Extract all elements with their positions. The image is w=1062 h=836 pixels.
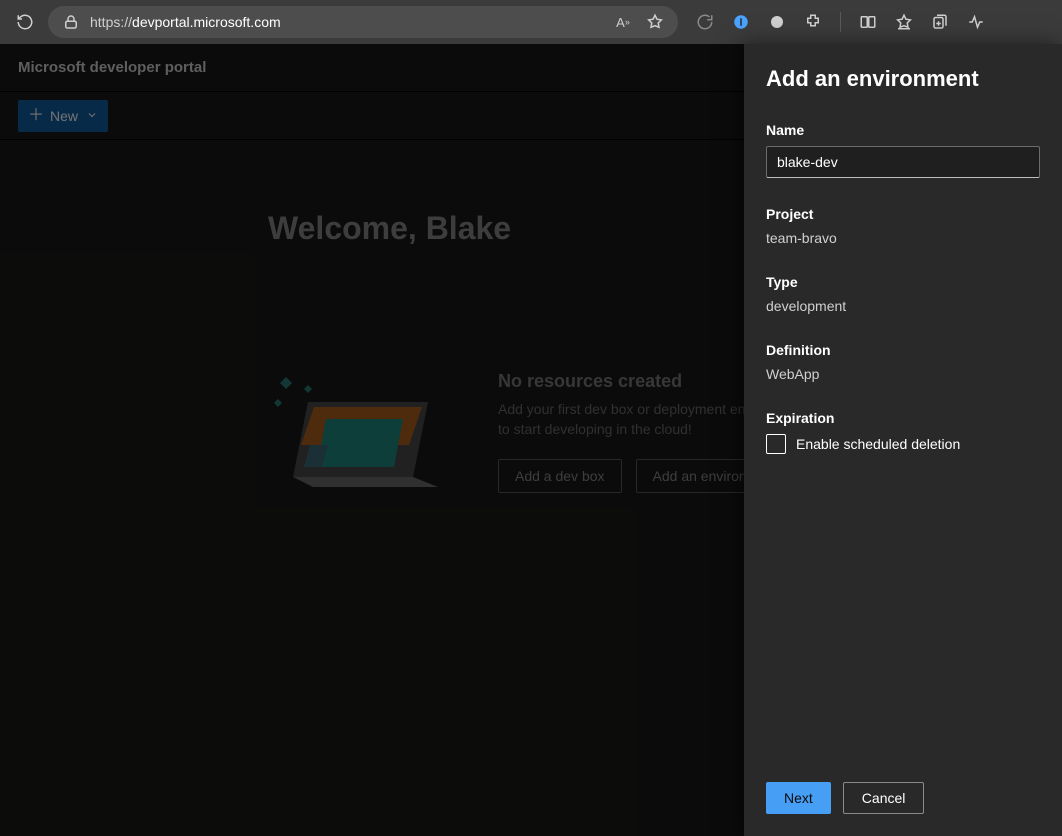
- chevron-down-icon: [86, 108, 98, 124]
- reload-icon: [16, 13, 34, 31]
- expiration-label: Expiration: [766, 410, 1040, 426]
- add-environment-panel: Add an environment Name Project team-bra…: [744, 44, 1062, 836]
- profile-icon[interactable]: [768, 13, 786, 31]
- extensions-icon[interactable]: [804, 13, 822, 31]
- new-button[interactable]: ＋ New: [18, 100, 108, 132]
- sync-icon[interactable]: [696, 13, 714, 31]
- password-manager-icon[interactable]: [732, 13, 750, 31]
- reload-button[interactable]: [10, 13, 40, 31]
- enable-scheduled-deletion-label: Enable scheduled deletion: [796, 436, 960, 452]
- panel-title: Add an environment: [766, 66, 1040, 92]
- project-value: team-bravo: [766, 230, 1040, 246]
- url-text: https://devportal.microsoft.com: [90, 14, 604, 30]
- toolbar-divider: [840, 12, 841, 32]
- laptop-illustration: [268, 367, 448, 497]
- new-button-label: New: [50, 108, 78, 124]
- name-input[interactable]: [766, 146, 1040, 178]
- add-devbox-button[interactable]: Add a dev box: [498, 459, 622, 493]
- split-screen-icon[interactable]: [859, 13, 877, 31]
- project-label: Project: [766, 206, 1040, 222]
- cancel-button[interactable]: Cancel: [843, 782, 925, 814]
- lock-icon: [62, 13, 80, 31]
- read-aloud-icon[interactable]: A»: [614, 13, 632, 31]
- definition-value: WebApp: [766, 366, 1040, 382]
- plus-icon: ＋: [28, 108, 44, 124]
- address-bar[interactable]: https://devportal.microsoft.com A»: [48, 6, 678, 38]
- favorite-icon[interactable]: [646, 13, 664, 31]
- type-value: development: [766, 298, 1040, 314]
- url-domain: devportal.microsoft.com: [132, 14, 281, 30]
- url-prefix: https://: [90, 14, 132, 30]
- browser-toolbar: https://devportal.microsoft.com A»: [0, 0, 1062, 44]
- definition-label: Definition: [766, 342, 1040, 358]
- app-title: Microsoft developer portal: [18, 59, 206, 76]
- name-label: Name: [766, 122, 1040, 138]
- performance-icon[interactable]: [967, 13, 985, 31]
- enable-scheduled-deletion-checkbox[interactable]: [766, 434, 786, 454]
- next-button[interactable]: Next: [766, 782, 831, 814]
- panel-footer: Next Cancel: [744, 766, 1062, 836]
- type-label: Type: [766, 274, 1040, 290]
- favorites-bar-icon[interactable]: [895, 13, 913, 31]
- collections-icon[interactable]: [931, 13, 949, 31]
